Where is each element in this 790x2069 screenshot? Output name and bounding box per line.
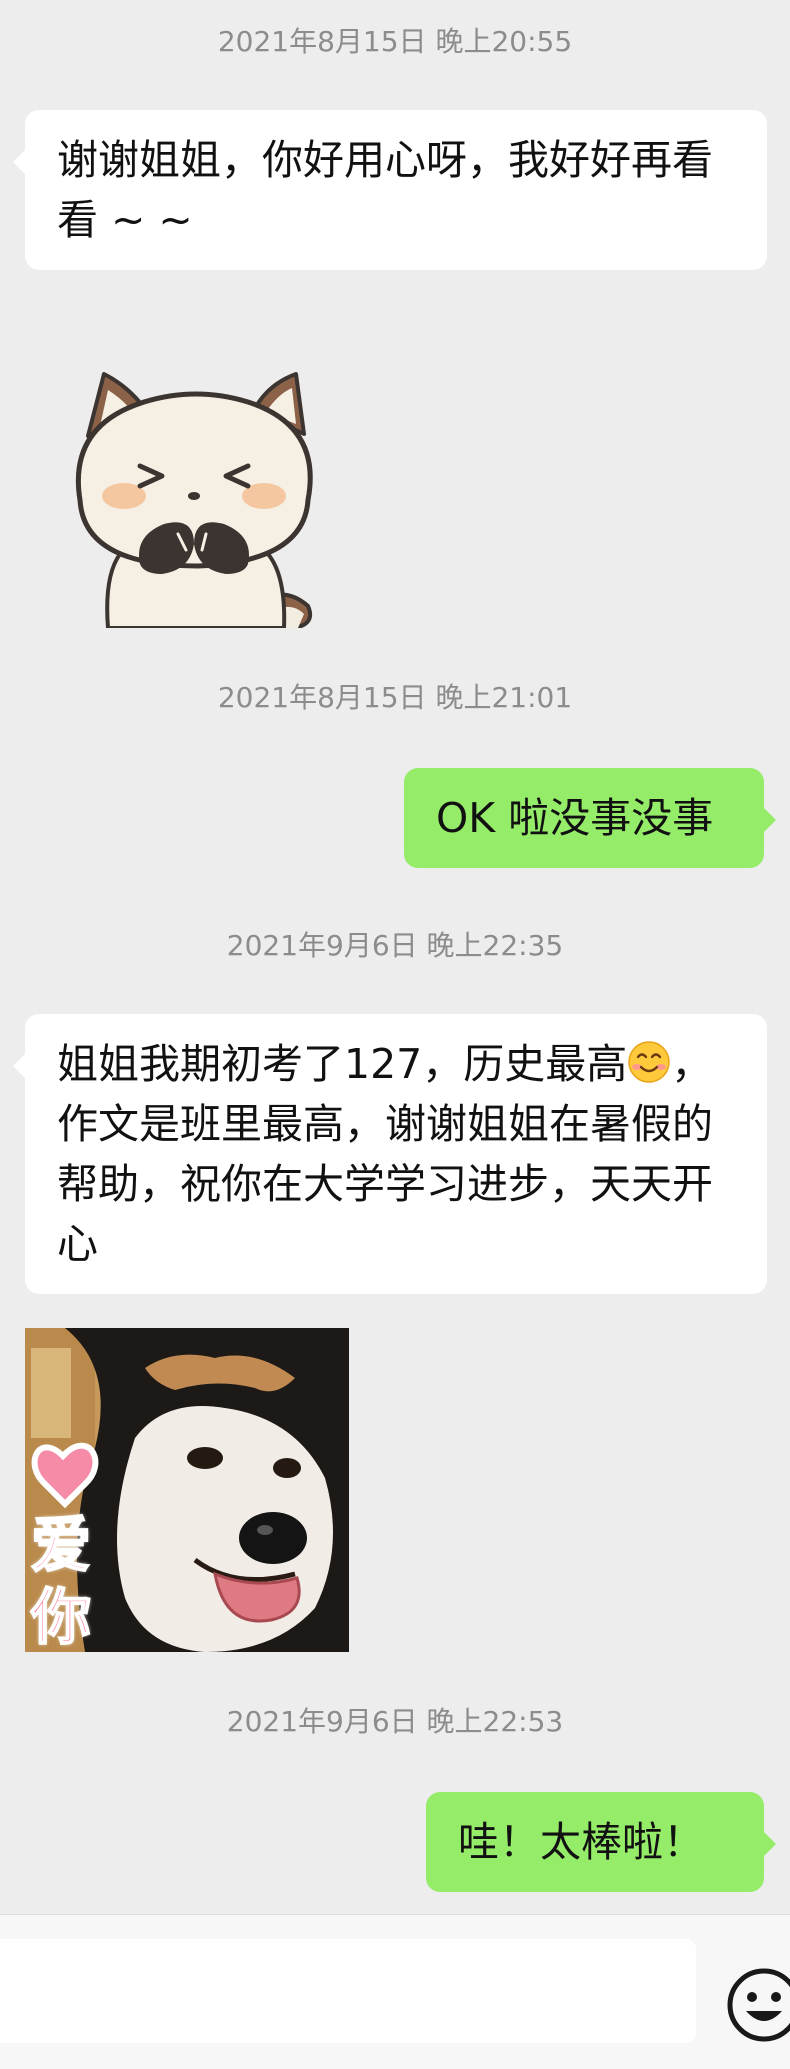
message-text: 哇！太棒啦！	[458, 1818, 704, 1866]
message-text: 谢谢姐姐，你好用心呀，我好好再看看 ~ ~	[57, 136, 713, 244]
smiling-face-emoji-icon	[627, 1040, 671, 1084]
sent-message-bubble[interactable]: OK 啦没事没事	[404, 768, 776, 868]
chat-input-bar	[0, 1914, 790, 2069]
message-text: 姐姐我期初考了127，历史最高	[57, 1040, 628, 1088]
timestamp: 2021年8月15日 晚上20:55	[217, 25, 573, 58]
shiba-dog-sticker[interactable]: 爱你	[25, 1328, 349, 1654]
timestamp: 2021年9月6日 晚上22:53	[226, 1705, 564, 1738]
sent-message-bubble[interactable]: 哇！太棒啦！	[426, 1792, 776, 1892]
message-input[interactable]	[0, 1939, 696, 2043]
smiley-face-icon[interactable]	[724, 1965, 790, 2045]
chat-area: 2021年8月15日 晚上20:55 谢谢姐姐，你好用心呀，我好好再看看 ~ ~	[0, 0, 790, 1914]
message-text: OK 啦没事没事	[436, 794, 714, 842]
cartoon-dog-sticker[interactable]	[58, 366, 330, 630]
cartoon-dog-covering-mouth-icon	[75, 372, 313, 630]
received-message-bubble[interactable]: 谢谢姐姐，你好用心呀，我好好再看看 ~ ~	[13, 110, 767, 270]
timestamp: 2021年9月6日 晚上22:35	[226, 929, 564, 962]
timestamp: 2021年8月15日 晚上21:01	[217, 681, 573, 714]
received-message-bubble[interactable]: 姐姐我期初考了127，历史最高 ，作文是班里最高，谢谢姐姐在暑假的帮助，祝你在大学…	[13, 1014, 767, 1294]
sticker-caption: 爱你	[30, 1510, 92, 1654]
